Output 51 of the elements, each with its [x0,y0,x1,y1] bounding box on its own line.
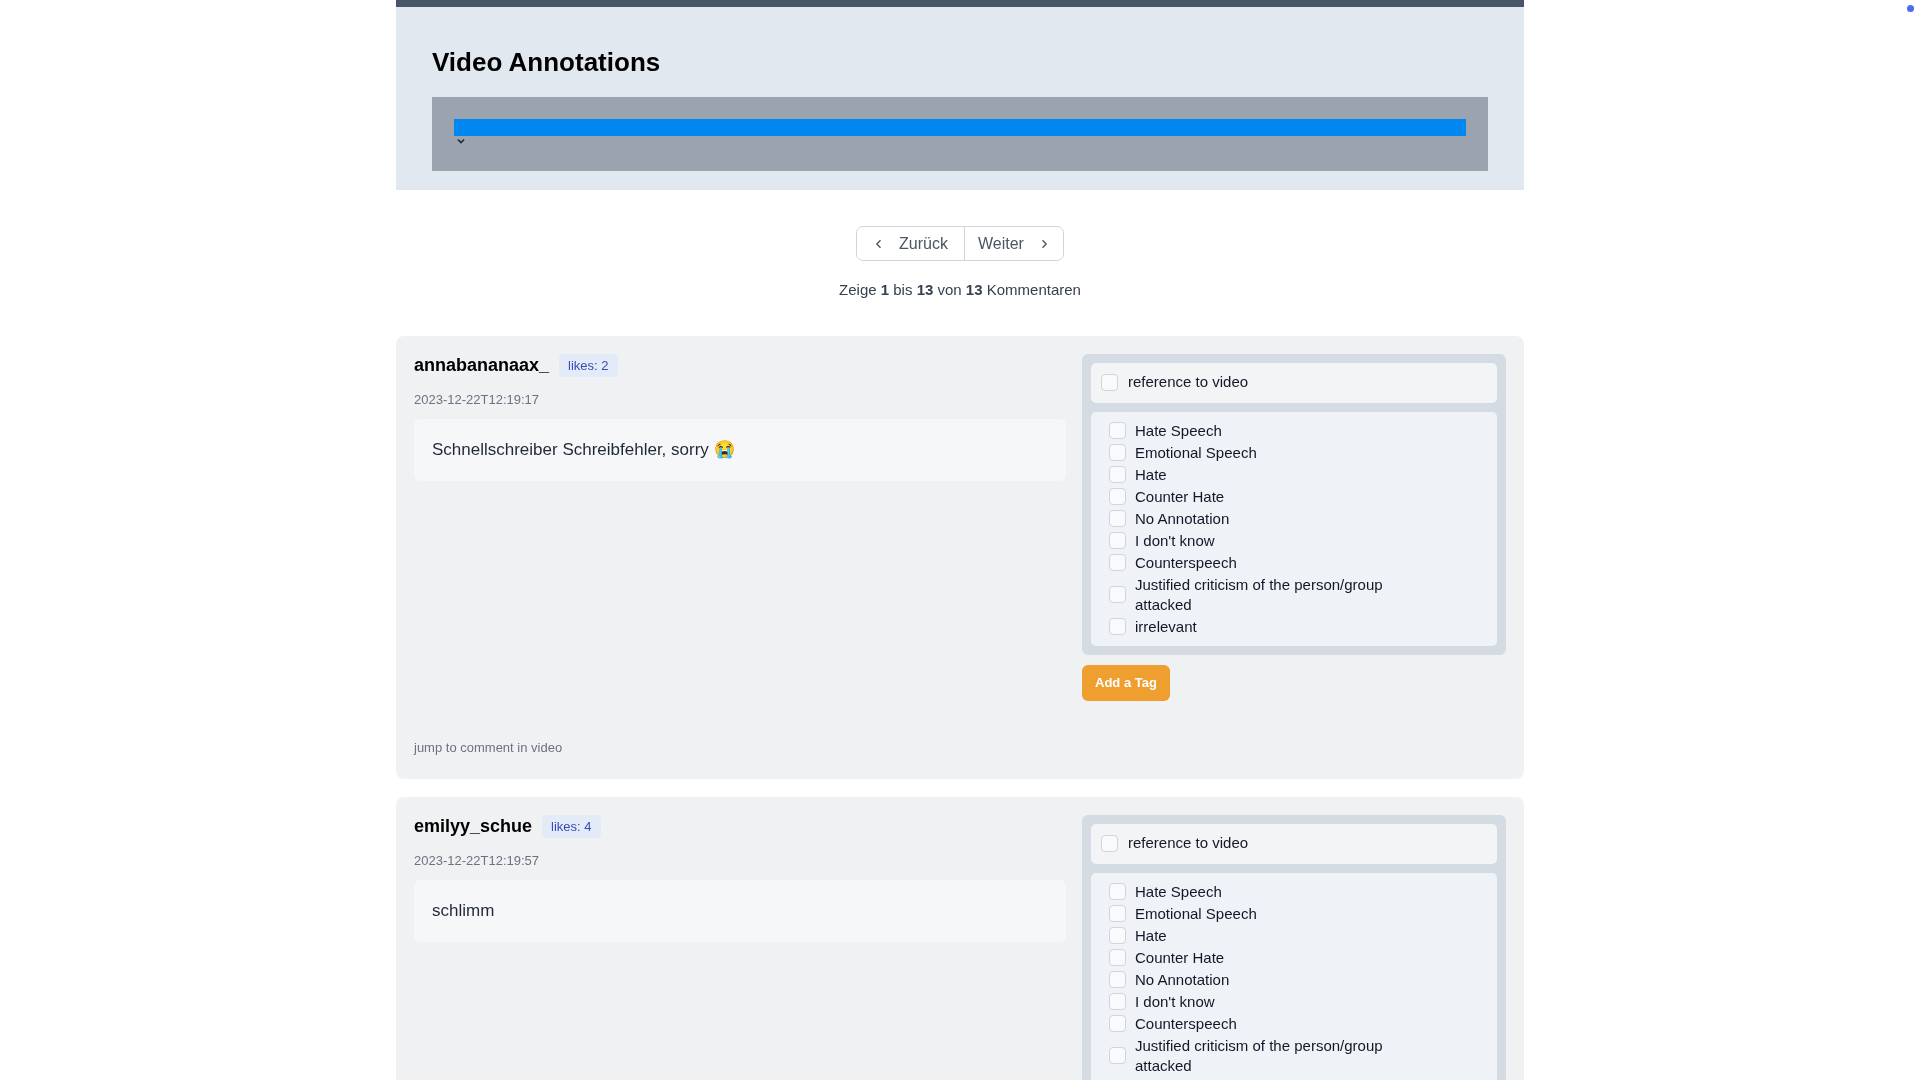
checkbox[interactable] [1109,466,1126,483]
username: emilyy_schue [414,815,533,838]
username: annabananaax_ [414,354,550,377]
likes-badge: likes: 4 [542,814,601,839]
checkbox[interactable] [1109,1047,1126,1064]
checkbox-label: Emotional Speech [1135,442,1257,463]
checkbox-label: irrelevant [1135,616,1197,637]
checkbox-label: Counterspeech [1135,552,1237,573]
checkbox[interactable] [1109,422,1126,439]
jump-link[interactable]: jump to comment in video [414,738,1066,758]
checkbox-label: No Annotation [1135,508,1230,529]
comment-date: 2023-12-22T12:19:57 [414,851,541,870]
checkbox-label: reference to video [1128,372,1249,393]
checkbox[interactable] [1109,993,1126,1010]
checkbox-label: Hate Speech [1135,881,1222,902]
page-title: Video Annotations [432,47,662,77]
checkbox[interactable] [1109,554,1126,571]
checkbox-label: I don't know [1135,530,1215,551]
checkbox[interactable] [1109,927,1126,944]
checkbox-label: No Annotation [1135,969,1230,990]
checkbox[interactable] [1109,488,1126,505]
checkbox[interactable] [1101,374,1118,391]
comment-text: schlimm [414,880,1066,942]
checkbox[interactable] [1109,1015,1126,1032]
dot-icon [1907,5,1914,12]
checkbox-label: Counterspeech [1135,1013,1237,1034]
pagination-summary: Zeige 1 bis 13 von 13 Kommentaren [839,280,1081,300]
comment-text: Schnellschreiber Schreibfehler, sorry 😭 [414,419,1066,481]
checkbox[interactable] [1109,510,1126,527]
checkbox[interactable] [1109,586,1126,603]
checkbox[interactable] [1109,883,1126,900]
comment-date: 2023-12-22T12:19:17 [414,390,541,409]
checkbox-label: I don't know [1135,991,1215,1012]
checkbox-label: Hate Speech [1135,420,1222,441]
checkbox[interactable] [1109,532,1126,549]
checkbox-label: reference to video [1128,833,1249,854]
checkbox[interactable] [1109,618,1126,635]
checkbox-label: Emotional Speech [1135,903,1257,924]
checkbox-label: Counter Hate [1135,947,1225,968]
next-button[interactable]: Weiter [965,227,1063,260]
likes-badge: likes: 2 [559,353,618,378]
checkbox[interactable] [1109,971,1126,988]
checkbox[interactable] [1109,905,1126,922]
previous-button[interactable]: Zurück [857,227,965,260]
checkbox-label: Hate [1135,464,1167,485]
checkbox[interactable] [1101,835,1118,852]
checkbox[interactable] [1109,444,1126,461]
checkbox[interactable] [1109,949,1126,966]
checkbox-label: Hate [1135,925,1167,946]
checkbox-label: Counter Hate [1135,486,1225,507]
checkbox-label: Justified criticism of the person/group attacked [1135,1035,1384,1076]
